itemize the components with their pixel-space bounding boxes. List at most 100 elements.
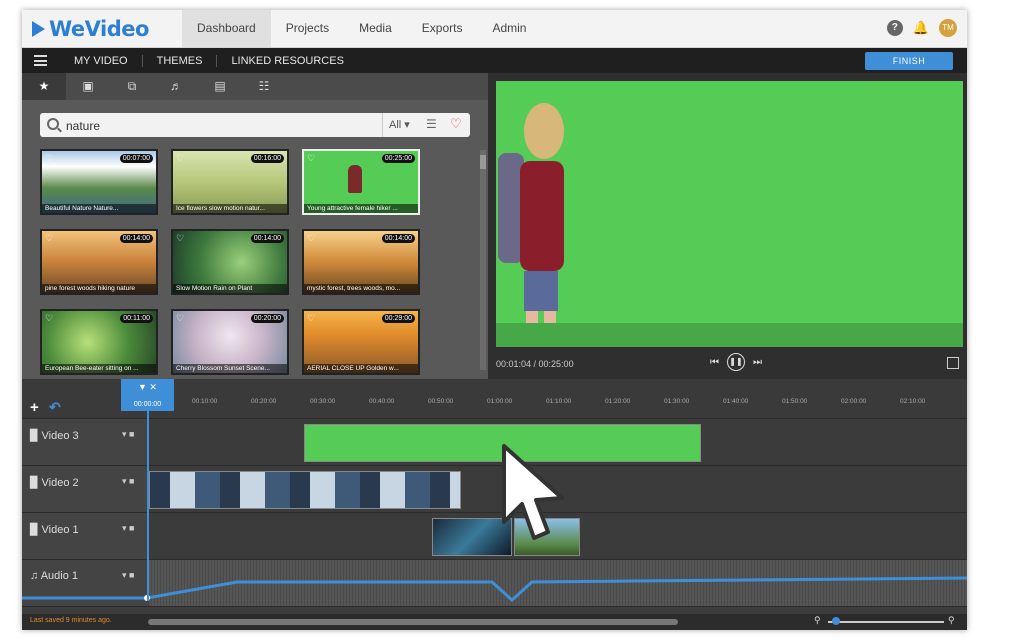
- volume-envelope[interactable]: [22, 560, 967, 606]
- skip-back-icon[interactable]: ⏮: [710, 357, 719, 368]
- skip-forward-icon[interactable]: ⏭: [753, 357, 762, 368]
- zoom-out-icon[interactable]: ⚲: [814, 615, 821, 626]
- ruler-tick: 02:00:00: [841, 398, 867, 405]
- media-thumb[interactable]: ♡ 00:14:00 Slow Motion Rain on Plant: [171, 229, 289, 295]
- track-audio-1: ♫ Audio 1 ▾ ■: [22, 560, 967, 607]
- thumb-duration: 00:29:00: [381, 314, 415, 323]
- logo[interactable]: WeVideo: [32, 17, 149, 41]
- media-thumb[interactable]: ♡ 00:11:00 European Bee-eater sitting on…: [40, 309, 158, 375]
- nav-tab-media[interactable]: Media: [344, 10, 407, 47]
- track-menu-icon[interactable]: ▾ ■: [122, 523, 134, 534]
- wevideo-logo-icon: [32, 21, 45, 37]
- favorite-icon[interactable]: ♡: [307, 233, 315, 244]
- media-thumb[interactable]: ♡ 00:14:00 pine forest woods hiking natu…: [40, 229, 158, 295]
- favorite-icon[interactable]: ♡: [307, 313, 315, 324]
- video-preview: 00:01:04 / 00:25:00 ⏮ ❚❚ ⏭: [488, 73, 967, 379]
- filter-icon[interactable]: ☰: [426, 117, 437, 131]
- media-thumb[interactable]: ♡ 00:25:00 Young attractive female hiker…: [302, 149, 420, 215]
- thumb-duration: 00:14:00: [119, 234, 153, 243]
- ruler-tick: 00:50:00: [428, 398, 454, 405]
- favorite-icon[interactable]: ♡: [176, 313, 184, 324]
- ruler-tick: 01:20:00: [605, 398, 631, 405]
- playhead-marker[interactable]: ▼ ✕ 00:00:00: [121, 379, 174, 411]
- editor-menu: MY VIDEO THEMES LINKED RESOURCES: [60, 48, 358, 73]
- text-icon[interactable]: ☷: [242, 73, 286, 100]
- thumb-caption: Cherry Blossom Sunset Scene...: [173, 364, 287, 373]
- media-thumb[interactable]: ♡ 00:14:00 mystic forest, trees woods, m…: [302, 229, 420, 295]
- folder-icon[interactable]: ▣: [66, 73, 110, 100]
- nav-tab-exports[interactable]: Exports: [407, 10, 478, 47]
- ruler-tick: 01:00:00: [487, 398, 513, 405]
- timeline-clip[interactable]: [149, 471, 461, 509]
- track-menu-icon[interactable]: ▾ ■: [122, 476, 134, 487]
- media-thumb[interactable]: ♡ 00:29:00 AERIAL CLOSE UP Golden w...: [302, 309, 420, 375]
- track-name: ▉ Video 2: [30, 477, 79, 489]
- status-bar: Last saved 9 minutes ago. ⚲ ⚲: [22, 614, 967, 630]
- ruler-tick: 00:40:00: [369, 398, 395, 405]
- thumb-caption: AERIAL CLOSE UP Golden w...: [304, 364, 418, 373]
- track-menu-icon[interactable]: ▾ ■: [122, 429, 134, 440]
- favorite-icon[interactable]: ♡: [45, 233, 53, 244]
- preview-floor: [496, 323, 963, 347]
- editor-toolbar: MY VIDEO THEMES LINKED RESOURCES FINISH: [22, 48, 967, 73]
- thumb-duration: 00:11:00: [120, 314, 153, 323]
- track-label: Video 3: [41, 430, 79, 442]
- thumb-caption: pine forest woods hiking nature: [42, 284, 156, 293]
- menu-my-video[interactable]: MY VIDEO: [60, 55, 142, 67]
- thumb-caption: mystic forest, trees woods, mo...: [304, 284, 418, 293]
- zoom-slider[interactable]: ⚲ ⚲: [812, 615, 962, 629]
- fullscreen-icon[interactable]: [947, 357, 959, 369]
- timeline-scrollbar[interactable]: [148, 619, 678, 625]
- cursor-icon: [502, 444, 564, 540]
- scrollbar-handle[interactable]: [480, 155, 486, 169]
- stock-audio-icon[interactable]: ♬: [154, 73, 198, 100]
- add-icon[interactable]: +: [30, 399, 39, 416]
- ruler-tick: 01:50:00: [782, 398, 808, 405]
- zoom-in-icon[interactable]: ⚲: [948, 615, 955, 626]
- zoom-handle[interactable]: [832, 617, 840, 625]
- nav-tab-dashboard[interactable]: Dashboard: [182, 10, 271, 47]
- library-scrollbar[interactable]: [480, 150, 486, 370]
- media-thumb[interactable]: ♡ 00:07:00 Beautiful Nature Nature...: [40, 149, 158, 215]
- search-input[interactable]: [64, 116, 368, 136]
- track-label: Video 2: [41, 477, 79, 489]
- track-name: ▉ Video 3: [30, 430, 79, 442]
- preview-frame[interactable]: [496, 81, 963, 347]
- filter-dropdown[interactable]: All ▾: [382, 113, 410, 137]
- nav-tab-admin[interactable]: Admin: [477, 10, 541, 47]
- media-thumb[interactable]: ♡ 00:20:00 Cherry Blossom Sunset Scene..…: [171, 309, 289, 375]
- track-video-1: ▉ Video 1 ▾ ■: [22, 513, 967, 560]
- nav-tab-projects[interactable]: Projects: [271, 10, 344, 47]
- help-icon[interactable]: ?: [886, 20, 903, 36]
- star-icon[interactable]: ★: [22, 73, 66, 100]
- zoom-track[interactable]: [828, 621, 944, 623]
- menu-linked-resources[interactable]: LINKED RESOURCES: [216, 54, 357, 67]
- bell-icon[interactable]: 🔔: [913, 20, 929, 36]
- filter-dropdown-label: All: [389, 119, 402, 131]
- ruler-tick: 00:20:00: [251, 398, 277, 405]
- favorite-icon[interactable]: ♡: [176, 153, 184, 164]
- finish-button[interactable]: FINISH: [865, 52, 953, 70]
- stock-video-icon[interactable]: ⧉: [110, 73, 154, 100]
- thumb-duration: 00:14:00: [381, 234, 415, 243]
- favorite-icon[interactable]: ♡: [307, 153, 315, 164]
- playhead-line[interactable]: [147, 411, 149, 601]
- search-icon: [47, 118, 59, 130]
- timeline: + ↶ 00:10:00 00:20:00 00:30:00 00:40:00 …: [22, 379, 967, 614]
- heart-icon[interactable]: ♡: [450, 116, 462, 132]
- hamburger-icon[interactable]: [34, 55, 47, 66]
- thumb-duration: 00:25:00: [381, 154, 415, 163]
- avatar[interactable]: TM: [939, 19, 957, 37]
- thumb-duration: 00:16:00: [250, 154, 284, 163]
- favorite-icon[interactable]: ♡: [45, 153, 53, 164]
- thumb-caption: Slow Motion Rain on Plant: [173, 284, 287, 293]
- favorite-icon[interactable]: ♡: [45, 313, 53, 324]
- stock-image-icon[interactable]: ▤: [198, 73, 242, 100]
- media-thumb[interactable]: ♡ 00:16:00 Ice flowers slow motion natur…: [171, 149, 289, 215]
- playhead-tools-icon[interactable]: ▼ ✕: [121, 382, 174, 393]
- undo-icon[interactable]: ↶: [49, 399, 61, 416]
- thumb-caption: Young attractive female hiker ...: [304, 204, 418, 213]
- menu-themes[interactable]: THEMES: [141, 54, 217, 67]
- pause-icon[interactable]: ❚❚: [727, 353, 745, 371]
- favorite-icon[interactable]: ♡: [176, 233, 184, 244]
